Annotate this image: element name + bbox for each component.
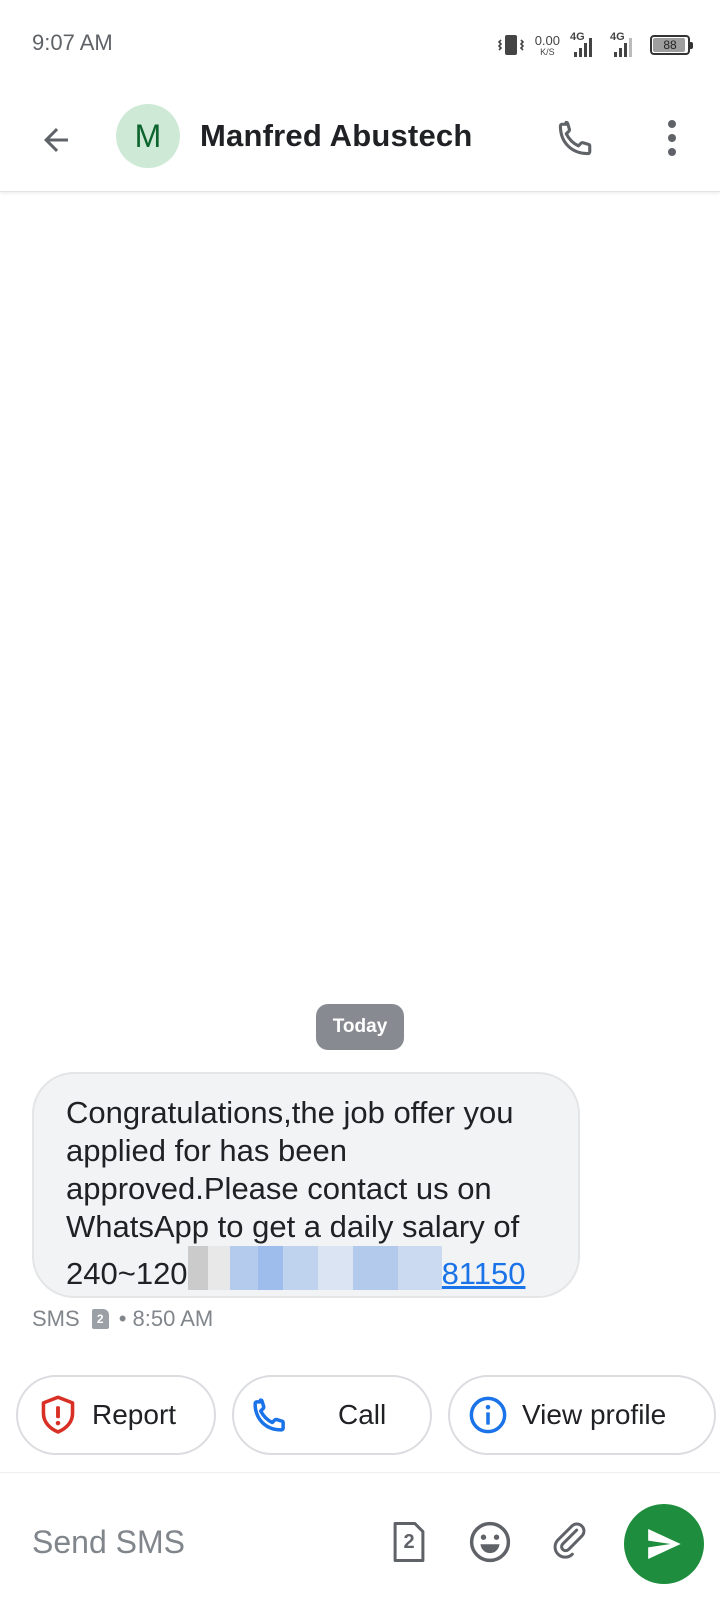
more-vert-icon: [668, 120, 676, 156]
emoji-button[interactable]: [462, 1514, 518, 1570]
phone-icon: [248, 1393, 292, 1437]
attach-icon: [553, 1522, 586, 1559]
call-action-button[interactable]: Call: [232, 1375, 432, 1455]
report-button[interactable]: Report: [16, 1375, 216, 1455]
send-icon: [648, 1529, 681, 1559]
report-label: Report: [92, 1399, 177, 1430]
sms-input[interactable]: [32, 1512, 362, 1572]
phone-icon: [558, 120, 592, 156]
net-speed-indicator: 0.00 K/S: [535, 34, 560, 57]
battery-icon: 88: [650, 35, 693, 55]
back-button[interactable]: [26, 110, 86, 170]
message-link[interactable]: 81150: [442, 1256, 526, 1291]
redacted-number: [187, 1246, 442, 1290]
sim1-signal-icon: 4G: [570, 31, 600, 57]
date-divider: Today: [316, 1004, 404, 1050]
conversation-header: M Manfred Abustech: [0, 90, 720, 192]
send-button[interactable]: [624, 1504, 704, 1584]
sim2-network-label: 4G: [610, 31, 625, 43]
call-button[interactable]: [548, 108, 604, 168]
battery-level: 88: [663, 38, 677, 52]
net-speed-unit: K/S: [540, 46, 555, 57]
sim2-signal-icon: 4G: [610, 31, 640, 57]
avatar[interactable]: M: [116, 104, 180, 168]
message-time: • 8:50 AM: [118, 1306, 214, 1331]
info-icon: [466, 1393, 510, 1437]
sim-select-button[interactable]: 2: [384, 1514, 434, 1570]
suggested-actions: Report Call View profile: [16, 1375, 720, 1455]
report-shield-icon: [36, 1393, 80, 1437]
status-bar: 9:07 AM 0.00 K/S 4G 4G 88: [0, 0, 720, 90]
arrow-back-icon: [44, 128, 68, 152]
composer: 2: [0, 1472, 720, 1600]
message-meta: SMS 2 • 8:50 AM: [32, 1306, 213, 1332]
message-sim-slot: 2: [96, 1312, 104, 1326]
vibrate-icon: [497, 35, 524, 55]
net-speed-value: 0.00: [534, 32, 560, 48]
sim1-network-label: 4G: [570, 31, 585, 43]
status-icons: 0.00 K/S 4G 4G 88: [497, 28, 693, 62]
sim-card-icon: 2: [91, 1309, 109, 1329]
emoji-icon: [469, 1521, 511, 1563]
contact-name[interactable]: Manfred Abustech: [200, 118, 472, 154]
message-bubble[interactable]: Congratulations,the job offer you applie…: [32, 1072, 580, 1298]
more-options-button[interactable]: [650, 108, 694, 168]
message-text: Congratulations,the job offer you applie…: [66, 1094, 548, 1293]
view-profile-button[interactable]: View profile: [448, 1375, 716, 1455]
status-time: 9:07 AM: [32, 30, 113, 55]
composer-divider: [0, 1472, 720, 1473]
composer-sim-slot: 2: [403, 1530, 415, 1553]
attach-button[interactable]: [544, 1514, 600, 1570]
call-label: Call: [338, 1399, 387, 1430]
view-profile-label: View profile: [522, 1399, 667, 1430]
message-channel: SMS: [32, 1306, 80, 1331]
